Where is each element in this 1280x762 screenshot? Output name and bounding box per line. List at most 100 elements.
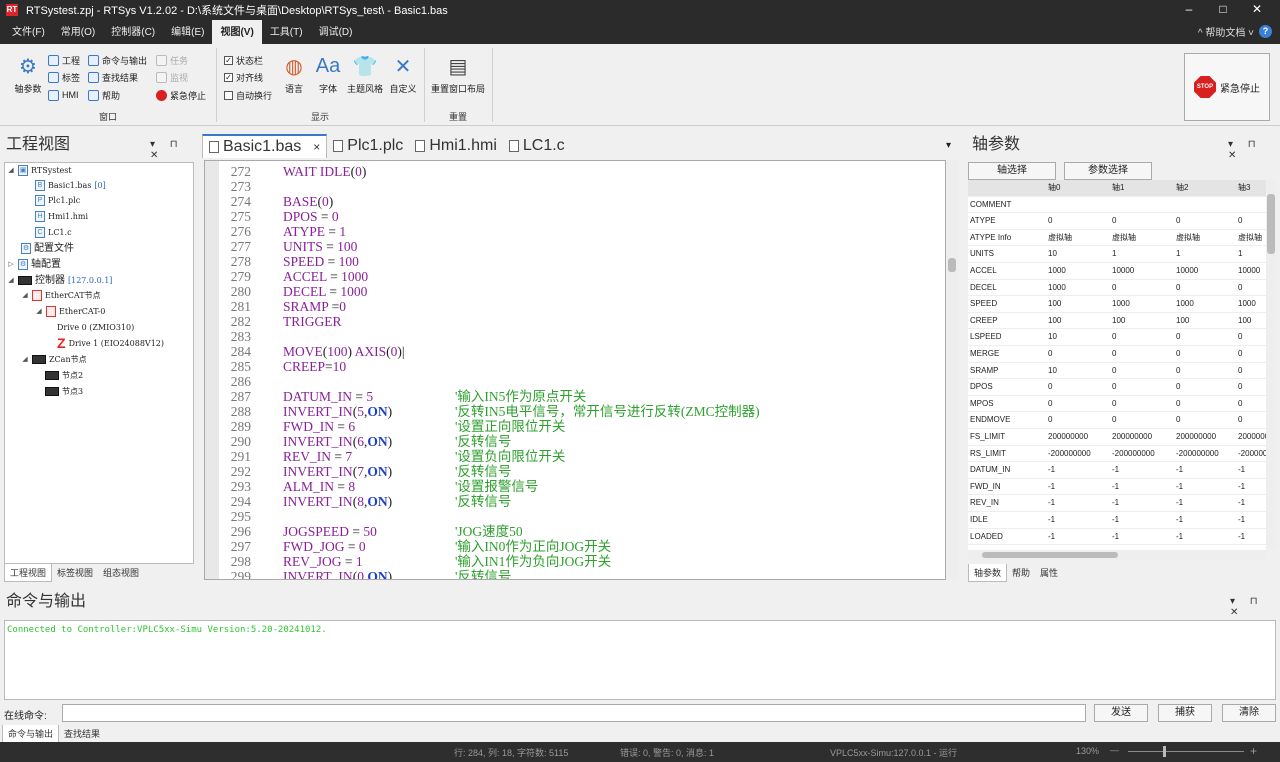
- menu-common[interactable]: 常用(O): [53, 20, 103, 44]
- axis-select-button[interactable]: 轴选择: [968, 162, 1056, 180]
- collapse-icon[interactable]: ◢: [7, 273, 15, 288]
- cmd-output-button[interactable]: 命令与输出: [88, 52, 147, 68]
- table-row[interactable]: SRAMP 10 0 0 0: [968, 363, 1266, 380]
- tree-item-drive1[interactable]: Z Drive 1 (EIO24088V12): [57, 336, 164, 351]
- tab-plc1[interactable]: Plc1.plc: [327, 134, 409, 158]
- zoom-slider[interactable]: [1128, 746, 1244, 757]
- table-row[interactable]: CREEP 100 100 100 100: [968, 313, 1266, 330]
- maximize-button[interactable]: □: [1206, 0, 1240, 20]
- capture-button[interactable]: 捕获: [1158, 704, 1212, 722]
- table-row[interactable]: DATUM_IN -1 -1 -1 -1: [968, 462, 1266, 479]
- table-row[interactable]: REV_IN -1 -1 -1 -1: [968, 495, 1266, 512]
- tree-item-controller[interactable]: ◢ 控制器 [127.0.0.1]: [7, 273, 112, 288]
- table-row[interactable]: ACCEL 1000 10000 10000 10000: [968, 263, 1266, 280]
- language-button[interactable]: ◍ 语言: [276, 52, 312, 95]
- table-row[interactable]: LOADED -1 -1 -1 -1: [968, 529, 1266, 546]
- help-docs-label[interactable]: ^ 帮助文档 ˅: [1198, 24, 1254, 39]
- table-row[interactable]: MPOS 0 0 0 0: [968, 396, 1266, 413]
- panel-controls[interactable]: ▾ ⊓ ✕: [1230, 596, 1280, 618]
- table-row[interactable]: DPOS 0 0 0 0: [968, 379, 1266, 396]
- horizontal-scrollbar[interactable]: [968, 550, 1266, 560]
- expand-icon[interactable]: ▷: [7, 257, 15, 272]
- tree-item-drive0[interactable]: Drive 0 (ZMIO310): [57, 320, 134, 335]
- code-area[interactable]: 272 WAIT IDLE(0) 273 274 BASE(0) 275 DPOS = 0 2…: [204, 160, 946, 580]
- menu-debug[interactable]: 调试(D): [311, 20, 361, 44]
- help-docs[interactable]: ^ 帮助文档 ˅ ?: [1198, 24, 1272, 39]
- help-icon[interactable]: ?: [1259, 25, 1272, 38]
- close-tab-icon[interactable]: ×: [313, 140, 320, 154]
- table-row[interactable]: ATYPE 0 0 0 0: [968, 213, 1266, 230]
- table-row[interactable]: MERGE 0 0 0 0: [968, 346, 1266, 363]
- table-row[interactable]: FWD_IN -1 -1 -1 -1: [968, 479, 1266, 496]
- tab-help[interactable]: 帮助: [1007, 564, 1035, 582]
- table-row[interactable]: SPEED 100 1000 1000 1000: [968, 296, 1266, 313]
- table-row[interactable]: ENDMOVE 0 0 0 0: [968, 412, 1266, 429]
- menu-edit[interactable]: 编辑(E): [163, 20, 212, 44]
- send-button[interactable]: 发送: [1094, 704, 1148, 722]
- emergency-stop-small-button[interactable]: 紧急停止: [156, 87, 206, 103]
- panel-controls[interactable]: ▾ ⊓ ✕: [1228, 139, 1280, 161]
- scrollbar-thumb[interactable]: [982, 552, 1118, 558]
- tab-find-results[interactable]: 查找结果: [59, 725, 105, 743]
- hmi-button[interactable]: HMI: [48, 87, 79, 103]
- tab-properties[interactable]: 属性: [1035, 564, 1063, 582]
- emergency-stop-button[interactable]: STOP 紧急停止: [1184, 53, 1270, 121]
- zoom-slider-thumb[interactable]: [1162, 746, 1166, 757]
- clear-button[interactable]: 清除: [1222, 704, 1276, 722]
- table-row[interactable]: UNITS 10 1 1 1: [968, 246, 1266, 263]
- theme-button[interactable]: 👕 主题风格: [344, 52, 386, 95]
- wordwrap-checkbox[interactable]: 自动换行: [224, 87, 272, 103]
- collapse-icon[interactable]: ◢: [7, 163, 15, 178]
- tab-config-view[interactable]: 组态视图: [98, 564, 144, 582]
- command-input[interactable]: [62, 704, 1086, 722]
- table-row[interactable]: IDLE -1 -1 -1 -1: [968, 512, 1266, 529]
- project-button[interactable]: 工程: [48, 52, 80, 68]
- axis-param-button[interactable]: ⚙ 轴参数: [8, 52, 48, 95]
- tree-item-plc[interactable]: P Plc1.plc: [35, 193, 80, 208]
- menu-controller[interactable]: 控制器(C): [103, 20, 163, 44]
- font-button[interactable]: Aa 字体: [310, 52, 346, 95]
- table-row[interactable]: ATYPE Info 虚拟轴 虚拟轴 虚拟轴 虚拟轴: [968, 230, 1266, 247]
- label-button[interactable]: 标签: [48, 69, 80, 85]
- tree-item-node3[interactable]: 节点3: [45, 384, 83, 399]
- alignline-checkbox[interactable]: ✓ 对齐线: [224, 69, 263, 85]
- tree-item-zcan[interactable]: ◢ ZCan节点: [21, 352, 87, 367]
- table-row[interactable]: COMMENT: [968, 197, 1266, 214]
- tab-cmd-output[interactable]: 命令与输出: [2, 725, 60, 743]
- task-button[interactable]: 任务: [156, 52, 188, 68]
- minimize-button[interactable]: –: [1172, 0, 1206, 20]
- zoom-in-button[interactable]: +: [1250, 744, 1257, 758]
- tree-item-ethercat[interactable]: ◢ EtherCAT节点: [21, 288, 101, 303]
- tree-item-ethercat-0[interactable]: ◢ EtherCAT-0: [35, 304, 105, 319]
- tree-item-c[interactable]: C LC1.c: [35, 225, 72, 240]
- table-scrollbar[interactable]: [1266, 180, 1276, 550]
- collapse-icon[interactable]: ◢: [21, 352, 29, 367]
- tree-item-node2[interactable]: 节点2: [45, 368, 83, 383]
- tab-basic1[interactable]: Basic1.bas ×: [202, 134, 328, 158]
- customize-button[interactable]: ✕ 自定义: [384, 52, 422, 95]
- tab-label-view[interactable]: 标签视图: [52, 564, 98, 582]
- table-row[interactable]: RS_LIMIT -200000000 -200000000 -200000000 -2…: [968, 446, 1266, 463]
- find-results-button[interactable]: 查找结果: [88, 69, 138, 85]
- editor-scrollbar[interactable]: [946, 160, 958, 580]
- scrollbar-thumb[interactable]: [948, 258, 956, 272]
- table-row[interactable]: FS_LIMIT 200000000 200000000 200000000 20000…: [968, 429, 1266, 446]
- tab-axis-param[interactable]: 轴参数: [968, 564, 1008, 582]
- scrollbar-thumb[interactable]: [1267, 194, 1275, 254]
- menu-tools[interactable]: 工具(T): [262, 20, 311, 44]
- panel-controls[interactable]: ▾ ⊓ ✕: [150, 139, 198, 161]
- param-select-button[interactable]: 参数选择: [1064, 162, 1152, 180]
- reset-layout-button[interactable]: ▤ 重置窗口布局: [428, 52, 488, 95]
- tree-item-basic[interactable]: B Basic1.bas [0]: [35, 178, 106, 193]
- collapse-icon[interactable]: ◢: [35, 304, 43, 319]
- tab-project-view[interactable]: 工程视图: [4, 564, 53, 582]
- close-window-button[interactable]: ✕: [1240, 0, 1274, 20]
- tree-item-hmi[interactable]: H Hmi1.hmi: [35, 209, 88, 224]
- collapse-icon[interactable]: ◢: [21, 288, 29, 303]
- table-row[interactable]: LSPEED 10 0 0 0: [968, 329, 1266, 346]
- help-button[interactable]: 帮助: [88, 87, 120, 103]
- tab-list-dropdown-icon[interactable]: ▾: [946, 140, 951, 151]
- tab-hmi1[interactable]: Hmi1.hmi: [409, 134, 503, 158]
- zoom-out-button[interactable]: —: [1110, 745, 1119, 755]
- tree-item-config[interactable]: ⚙ 配置文件: [21, 241, 74, 256]
